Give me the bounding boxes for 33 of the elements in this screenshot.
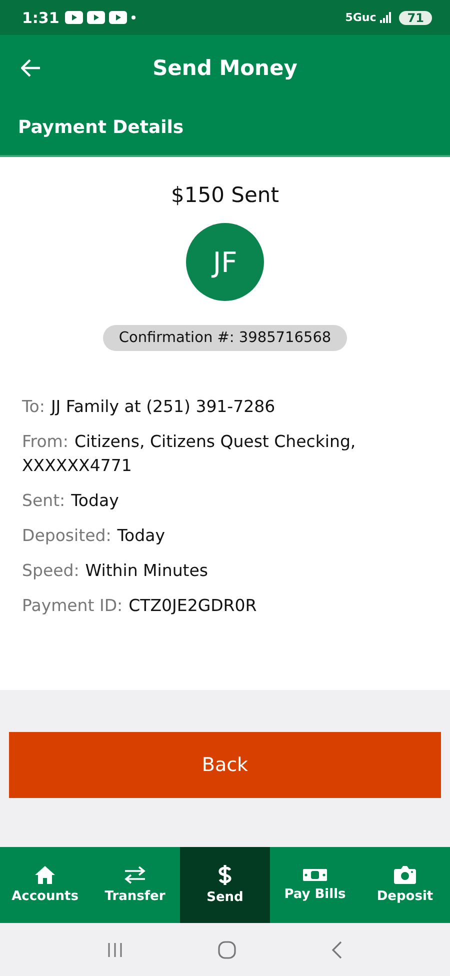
screen-title: Send Money	[152, 56, 298, 80]
nav-tab[interactable]: Accounts	[0, 847, 90, 923]
back-button[interactable]: Back	[9, 732, 441, 798]
detail-item: From: Citizens, Citizens Quest Checking, XXXXXX4771	[22, 431, 357, 477]
transfer-icon	[124, 866, 146, 884]
nav-tab[interactable]: Transfer	[90, 847, 180, 923]
detail-item: To: JJ Family at (251) 391-7286	[22, 396, 276, 418]
video-app-icon	[109, 11, 128, 24]
home-icon	[35, 866, 55, 884]
nav-tab[interactable]: Deposit	[360, 847, 450, 923]
camera-icon	[394, 866, 416, 884]
detail-item: Payment ID: CTZ0JE2GDR0R	[22, 595, 258, 617]
detail-item: Speed: Within Minutes	[22, 560, 209, 582]
amount-sent: $150 Sent	[171, 183, 279, 207]
detail-item: Deposited: Today	[22, 525, 166, 547]
recent-apps-icon[interactable]	[107, 942, 124, 958]
back-icon[interactable]	[330, 940, 343, 958]
dot-icon	[131, 15, 136, 20]
video-app-icon	[65, 11, 84, 24]
nav-tab[interactable]: Send	[180, 847, 270, 923]
dollar-icon	[218, 865, 232, 885]
video-app-icon	[87, 11, 106, 24]
section-title: Payment Details	[18, 117, 184, 138]
bill-icon	[303, 868, 327, 882]
confirmation-number: Confirmation #: 3985716568	[102, 325, 348, 351]
signal-icon	[380, 12, 392, 23]
network-type: 5Guc	[345, 11, 376, 24]
status-time: 1:31	[22, 8, 60, 26]
detail-item: Sent: Today	[22, 490, 120, 512]
avatar: JF	[186, 223, 264, 301]
battery-indicator: 71	[399, 10, 432, 24]
nav-tab[interactable]: Pay Bills	[270, 847, 360, 923]
home-icon[interactable]	[218, 940, 236, 958]
